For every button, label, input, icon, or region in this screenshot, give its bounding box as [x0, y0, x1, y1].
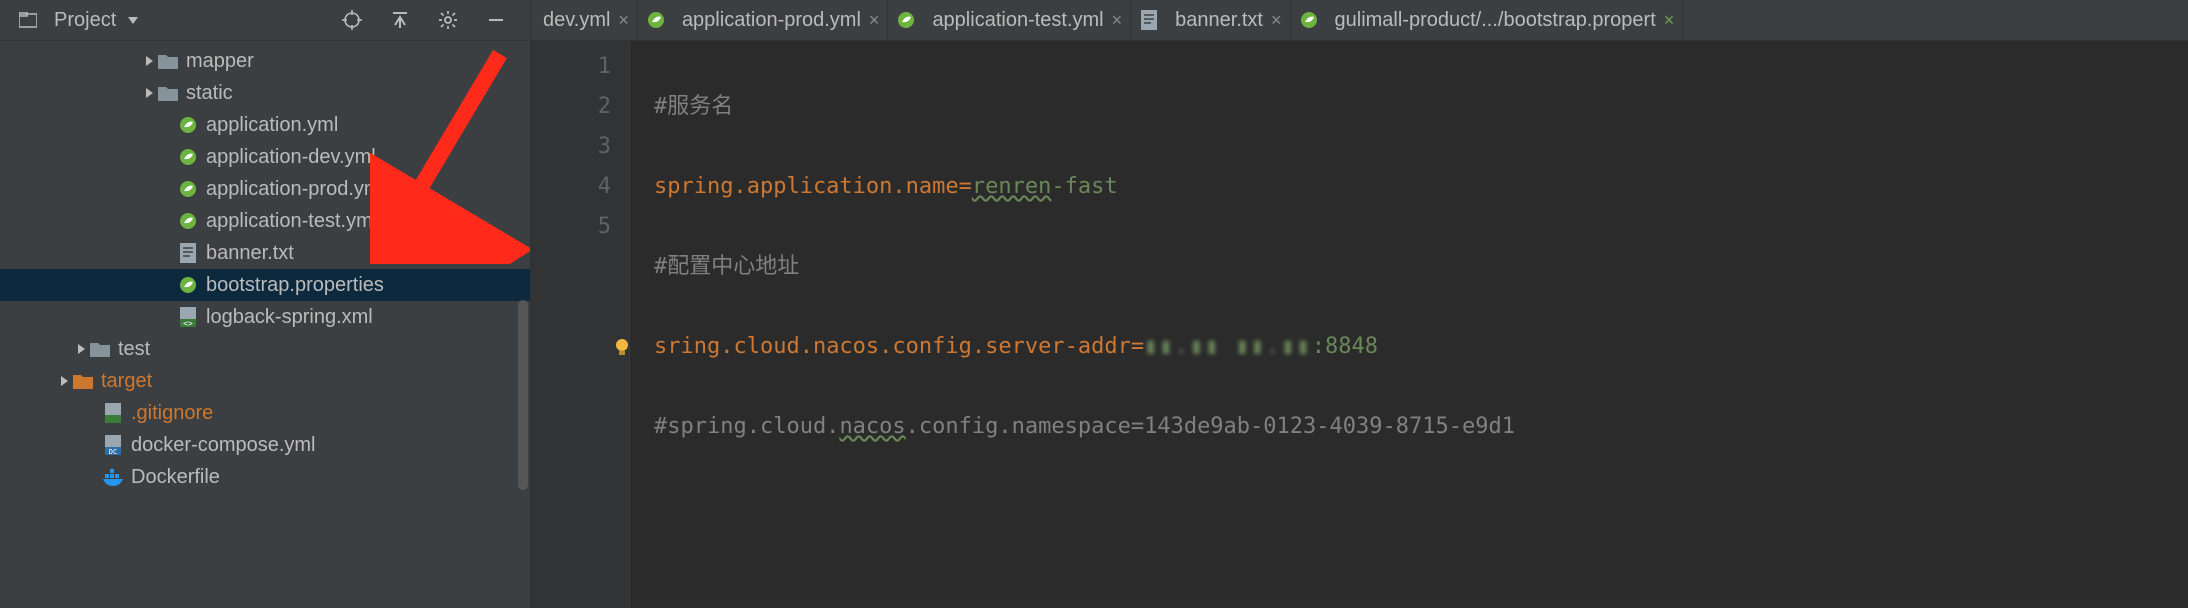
- folder-icon: [90, 339, 110, 359]
- tree-item-label: target: [101, 370, 152, 393]
- editor-tab[interactable]: application-test.yml ×: [888, 0, 1131, 40]
- tree-item-label: application-dev.yml: [206, 146, 376, 169]
- tree-item-application-dev-yml[interactable]: application-dev.yml: [0, 141, 530, 173]
- tree-item-label: test: [118, 338, 150, 361]
- code-line: #服务名: [654, 87, 1515, 127]
- ide-root: Project: [0, 0, 2188, 608]
- tree-item-docker-compose-yml[interactable]: DC docker-compose.yml: [0, 429, 530, 461]
- spring-icon: [178, 179, 198, 199]
- tree-item-label: Dockerfile: [131, 466, 220, 489]
- tree-item-label: mapper: [186, 50, 254, 73]
- settings-icon[interactable]: [438, 10, 458, 30]
- code-line: sring.cloud.nacos.config.server-addr=▮▮.…: [654, 327, 1515, 367]
- gitignore-icon: [103, 403, 123, 423]
- tree-item-label: logback-spring.xml: [206, 306, 373, 329]
- line-number: 4: [531, 167, 611, 207]
- spring-icon: [178, 115, 198, 135]
- editor-tabs: dev.yml×application-prod.yml×application…: [531, 0, 2188, 41]
- text-file-icon: [1139, 10, 1159, 30]
- tab-label: dev.yml: [543, 9, 610, 32]
- editor-tab[interactable]: banner.txt ×: [1131, 0, 1290, 40]
- tab-label: banner.txt: [1175, 9, 1263, 32]
- docker-compose-icon: DC: [103, 435, 123, 455]
- tree-item-bootstrap-properties[interactable]: bootstrap.properties: [0, 269, 530, 301]
- tree-item-logback-spring-xml[interactable]: <> logback-spring.xml: [0, 301, 530, 333]
- tree-item-label: .gitignore: [131, 402, 213, 425]
- text-file-icon: [178, 243, 198, 263]
- project-icon: [18, 10, 38, 30]
- tab-label: application-prod.yml: [682, 9, 861, 32]
- docker-icon: [103, 467, 123, 487]
- sidebar-title: Project: [54, 9, 116, 32]
- svg-text:DC: DC: [109, 448, 117, 455]
- tree-item-mapper[interactable]: mapper: [0, 45, 530, 77]
- tree-item-static[interactable]: static: [0, 77, 530, 109]
- editor[interactable]: 12345 #服务名 spring.application.name=renre…: [531, 41, 2188, 608]
- spring-icon: [178, 275, 198, 295]
- spring-icon: [646, 10, 666, 30]
- tree-item-target[interactable]: target: [0, 365, 530, 397]
- expand-arrow-icon[interactable]: [72, 344, 90, 354]
- sidebar-toolbar: [342, 10, 514, 30]
- spring-icon: [178, 147, 198, 167]
- editor-tab[interactable]: gulimall-product/.../bootstrap.propert ×: [1291, 0, 1684, 40]
- code[interactable]: #服务名 spring.application.name=renren-fast…: [638, 41, 1515, 608]
- spring-icon: [178, 211, 198, 231]
- xml-file-icon: <>: [178, 307, 198, 327]
- tree-item-label: static: [186, 82, 233, 105]
- locate-icon[interactable]: [342, 10, 362, 30]
- editor-area: dev.yml×application-prod.yml×application…: [531, 0, 2188, 608]
- minimize-icon[interactable]: [486, 10, 506, 30]
- line-number: 2: [531, 87, 611, 127]
- sidebar-header-left[interactable]: Project: [18, 9, 142, 32]
- folder-icon: [158, 83, 178, 103]
- sidebar-header: Project: [0, 0, 530, 41]
- sidebar-scrollbar[interactable]: [518, 300, 528, 490]
- spring-icon: [896, 10, 916, 30]
- tab-label: gulimall-product/.../bootstrap.propert: [1335, 9, 1656, 32]
- intention-bulb-icon[interactable]: [612, 337, 632, 357]
- spring-icon: [1299, 10, 1319, 30]
- close-tab-icon[interactable]: ×: [1271, 10, 1282, 31]
- tree-item-dockerfile[interactable]: Dockerfile: [0, 461, 530, 493]
- close-tab-icon[interactable]: ×: [618, 10, 629, 31]
- line-number: 5: [531, 207, 611, 247]
- expand-arrow-icon[interactable]: [140, 56, 158, 66]
- line-number: 1: [531, 47, 611, 87]
- expand-arrow-icon[interactable]: [55, 376, 73, 386]
- tree-item-label: application-test.yml: [206, 210, 377, 233]
- svg-text:<>: <>: [183, 319, 193, 327]
- collapse-all-icon[interactable]: [390, 10, 410, 30]
- code-line: #spring.cloud.nacos.config.namespace=143…: [654, 407, 1515, 447]
- code-line: spring.application.name=renren-fast: [654, 167, 1515, 207]
- editor-tab[interactable]: dev.yml ×: [535, 0, 638, 40]
- gutter: 12345: [531, 41, 630, 608]
- dropdown-icon: [124, 15, 142, 25]
- code-line: #配置中心地址: [654, 247, 1515, 287]
- folder-icon: [158, 51, 178, 71]
- project-sidebar: Project: [0, 0, 531, 608]
- tree-item-application-test-yml[interactable]: application-test.yml: [0, 205, 530, 237]
- tree-item-application-prod-yml[interactable]: application-prod.yml: [0, 173, 530, 205]
- tree-item-label: docker-compose.yml: [131, 434, 316, 457]
- line-number: 3: [531, 127, 611, 167]
- tree-item-application-yml[interactable]: application.yml: [0, 109, 530, 141]
- folder-icon: [73, 371, 93, 391]
- editor-tab[interactable]: application-prod.yml ×: [638, 0, 889, 40]
- close-tab-icon[interactable]: ×: [869, 10, 880, 31]
- project-tree[interactable]: mapper static application.yml application-d…: [0, 41, 530, 608]
- tree-item-label: application.yml: [206, 114, 338, 137]
- tree-item-label: banner.txt: [206, 242, 294, 265]
- close-tab-icon[interactable]: ×: [1112, 10, 1123, 31]
- tree-item--gitignore[interactable]: .gitignore: [0, 397, 530, 429]
- tree-item-banner-txt[interactable]: banner.txt: [0, 237, 530, 269]
- close-tab-icon[interactable]: ×: [1664, 10, 1675, 31]
- expand-arrow-icon[interactable]: [140, 88, 158, 98]
- tree-item-test[interactable]: test: [0, 333, 530, 365]
- tab-label: application-test.yml: [932, 9, 1103, 32]
- tree-item-label: bootstrap.properties: [206, 274, 384, 297]
- tree-item-label: application-prod.yml: [206, 178, 385, 201]
